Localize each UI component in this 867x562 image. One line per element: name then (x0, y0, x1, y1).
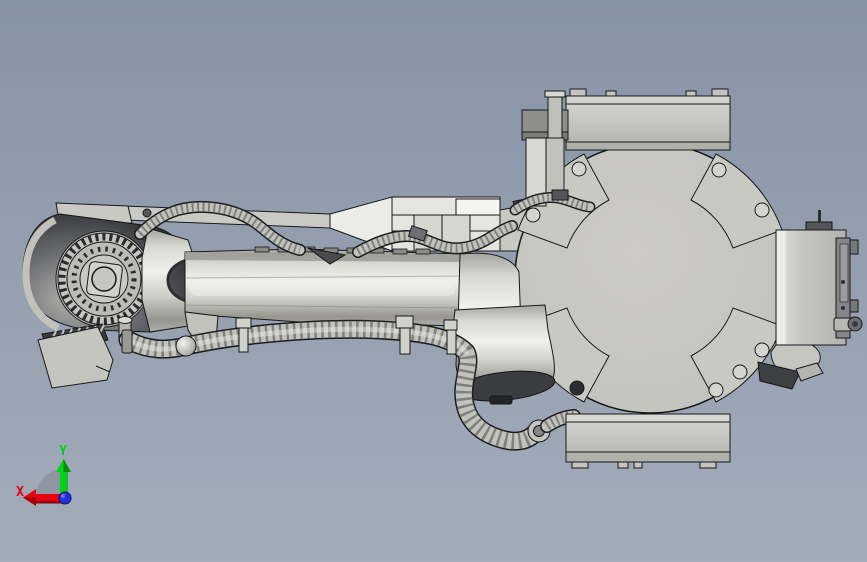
panel-screw (841, 280, 845, 284)
top-box-base-lip (565, 141, 731, 151)
antenna-block (805, 221, 833, 231)
bracket-knob (142, 208, 152, 218)
bearing-center-hole (91, 266, 117, 292)
box-stem (547, 95, 563, 139)
bottom-equipment-box[interactable] (565, 413, 731, 469)
arm-highlight (190, 283, 455, 296)
panel-screw (841, 306, 845, 310)
z-dot-highlight (61, 494, 65, 498)
triad-z-dot[interactable] (58, 491, 72, 505)
side-column-right (545, 137, 565, 197)
housing-bolt-cap (117, 316, 133, 324)
box-stem-cap (544, 90, 566, 98)
antenna-pin (818, 210, 821, 222)
side-bolt-core (852, 321, 858, 327)
block-top-plate (455, 198, 501, 216)
panel-tab-top (849, 239, 859, 255)
right-box-panel-inner (839, 243, 849, 303)
axis1-bearing[interactable] (55, 230, 153, 328)
cone-port (489, 395, 513, 405)
triad-x-label: X (16, 485, 24, 500)
right-box-left-highlight (777, 231, 786, 344)
cad-viewport[interactable]: X Y (0, 0, 867, 562)
hose-end-flange (121, 329, 133, 354)
bottom-box-top-lip (565, 413, 731, 423)
hose-ball-joint (175, 335, 197, 357)
panel-tab-bottom (849, 299, 859, 313)
hose-fitting (551, 189, 569, 201)
triad-y-label: Y (59, 444, 67, 459)
bottom-box-base-lip (565, 451, 731, 463)
